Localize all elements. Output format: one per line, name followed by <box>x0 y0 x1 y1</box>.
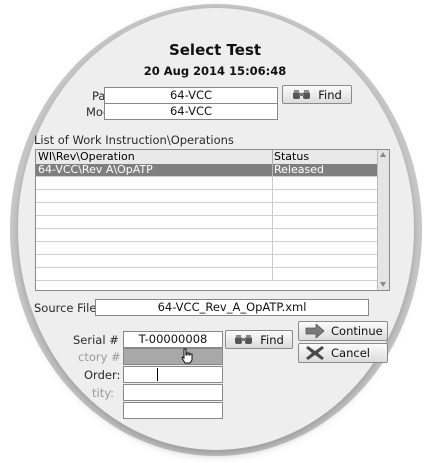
source-file-label: Source File <box>34 301 97 315</box>
column-header-status[interactable]: Status <box>274 150 374 164</box>
operations-table[interactable]: WI\Rev\Operation Status 64-VCC\Rev A\OpA… <box>35 149 390 291</box>
operations-section-label: List of Work Instruction\Operations <box>34 133 234 147</box>
close-x-icon <box>305 345 325 361</box>
cancel-button[interactable]: Cancel <box>298 343 388 363</box>
extra-field[interactable] <box>123 402 223 419</box>
order-field[interactable] <box>123 366 223 383</box>
mouse-cursor-icon <box>180 348 194 364</box>
table-row-empty <box>36 177 378 190</box>
operations-scrollbar[interactable] <box>377 150 389 290</box>
factory-number-field[interactable] <box>123 348 223 365</box>
dialog-content: Select Test 20 Aug 2014 15:06:48 Part # … <box>0 0 430 463</box>
dialog-datetime: 20 Aug 2014 15:06:48 <box>143 64 287 78</box>
serial-find-button[interactable]: Find <box>225 330 293 349</box>
serial-label: Serial # <box>73 333 119 347</box>
screenshot-stage: Select Test 20 Aug 2014 15:06:48 Part # … <box>0 0 430 463</box>
table-row-empty <box>36 229 378 242</box>
dialog-title: Select Test <box>168 41 262 59</box>
table-row[interactable]: 64-VCC\Rev A\OpATP Released <box>36 164 378 177</box>
table-row-empty <box>36 268 378 281</box>
continue-button[interactable]: Continue <box>298 321 388 341</box>
table-row-empty <box>36 242 378 255</box>
table-row-empty <box>36 255 378 268</box>
operations-table-body: 64-VCC\Rev A\OpATP Released <box>36 164 378 290</box>
table-row-empty <box>36 203 378 216</box>
quantity-field[interactable] <box>123 384 223 401</box>
table-row-empty <box>36 216 378 229</box>
scroll-down-icon[interactable] <box>380 282 386 287</box>
continue-label: Continue <box>331 324 383 338</box>
part-find-button[interactable]: Find <box>282 85 352 104</box>
model-number-field[interactable]: 64-VCC <box>104 103 278 120</box>
source-file-field[interactable]: 64-VCC_Rev_A_OpATP.xml <box>95 299 369 316</box>
arrow-right-icon <box>305 323 325 339</box>
order-label: Order: <box>84 368 121 382</box>
quantity-label: tity: <box>92 386 115 400</box>
binoculars-icon <box>292 89 312 100</box>
row-operation: 64-VCC\Rev A\OpATP <box>38 164 273 176</box>
cancel-label: Cancel <box>331 346 370 360</box>
table-row-empty <box>36 190 378 203</box>
column-header-operation[interactable]: WI\Rev\Operation <box>38 150 273 164</box>
serial-number-field[interactable]: T-00000008 <box>123 331 223 348</box>
text-caret <box>157 368 158 381</box>
part-find-label: Find <box>318 87 342 102</box>
serial-find-label: Find <box>260 332 284 347</box>
binoculars-icon <box>234 334 254 345</box>
factory-label: ctory # <box>78 350 121 364</box>
part-number-field[interactable]: 64-VCC <box>104 87 278 104</box>
operations-table-header: WI\Rev\Operation Status <box>36 150 378 165</box>
scroll-up-icon[interactable] <box>380 152 386 157</box>
row-status: Released <box>274 164 324 176</box>
